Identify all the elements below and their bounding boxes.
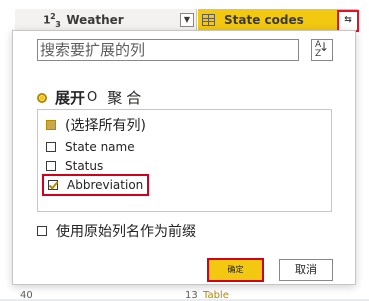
cancel-button[interactable]: 取消: [279, 259, 333, 281]
column-header-weather[interactable]: 123 Weather ▼: [15, 9, 197, 31]
columns-list: (选择所有列) State name Status Abbreviation: [37, 109, 332, 212]
radio-aggregate-icon[interactable]: O: [87, 90, 97, 105]
radio-expand-label[interactable]: 展开: [55, 87, 85, 108]
ok-button[interactable]: 确定: [207, 258, 264, 282]
state-name-label: State name: [65, 140, 135, 154]
row-number: 40: [20, 290, 33, 301]
sort-az-button[interactable]: AZ ↓: [311, 39, 333, 61]
list-item-select-all[interactable]: (选择所有列): [46, 115, 146, 135]
radio-aggregate-label[interactable]: 聚合: [107, 87, 145, 108]
sort-arrow-icon: ↓: [318, 40, 329, 54]
expand-columns-popup: 搜索要扩展的列 AZ ↓ 展开 O 聚合 (选择所有列) State name …: [12, 30, 356, 285]
use-original-prefix-label: 使用原始列名作为前缀: [56, 224, 196, 240]
row-cell-value: 13: [185, 290, 198, 301]
use-original-prefix-option[interactable]: 使用原始列名作为前缀: [37, 221, 196, 241]
whole-number-type-icon[interactable]: 123: [43, 12, 61, 29]
search-columns-input[interactable]: 搜索要扩展的列: [37, 39, 299, 61]
list-item-state-name[interactable]: State name: [46, 140, 135, 154]
select-all-label: (选择所有列): [65, 118, 146, 134]
abbreviation-label: Abbreviation: [67, 178, 144, 192]
status-checkbox[interactable]: [46, 161, 56, 171]
table-type-icon[interactable]: [202, 14, 215, 26]
status-label: Status: [65, 159, 104, 173]
expand-column-button[interactable]: ⇆: [337, 10, 359, 32]
list-item-abbreviation[interactable]: Abbreviation: [42, 174, 150, 196]
list-item-status[interactable]: Status: [46, 159, 103, 173]
abbreviation-checkbox[interactable]: [48, 180, 58, 190]
use-original-prefix-checkbox[interactable]: [37, 226, 47, 236]
weather-dropdown-button[interactable]: ▼: [180, 13, 194, 27]
select-all-checkbox[interactable]: [46, 120, 56, 130]
mode-radio-group: 展开 O 聚合: [37, 87, 145, 108]
column-header-state-codes[interactable]: State codes: [198, 9, 358, 31]
radio-expand-selected[interactable]: [37, 92, 47, 103]
state-name-checkbox[interactable]: [46, 142, 56, 152]
column-header-state-codes-label: State codes: [224, 13, 304, 27]
column-header-weather-label: Weather: [66, 13, 124, 27]
row-table-link[interactable]: Table: [203, 290, 229, 301]
search-columns-placeholder: 搜索要扩展的列: [40, 41, 146, 59]
